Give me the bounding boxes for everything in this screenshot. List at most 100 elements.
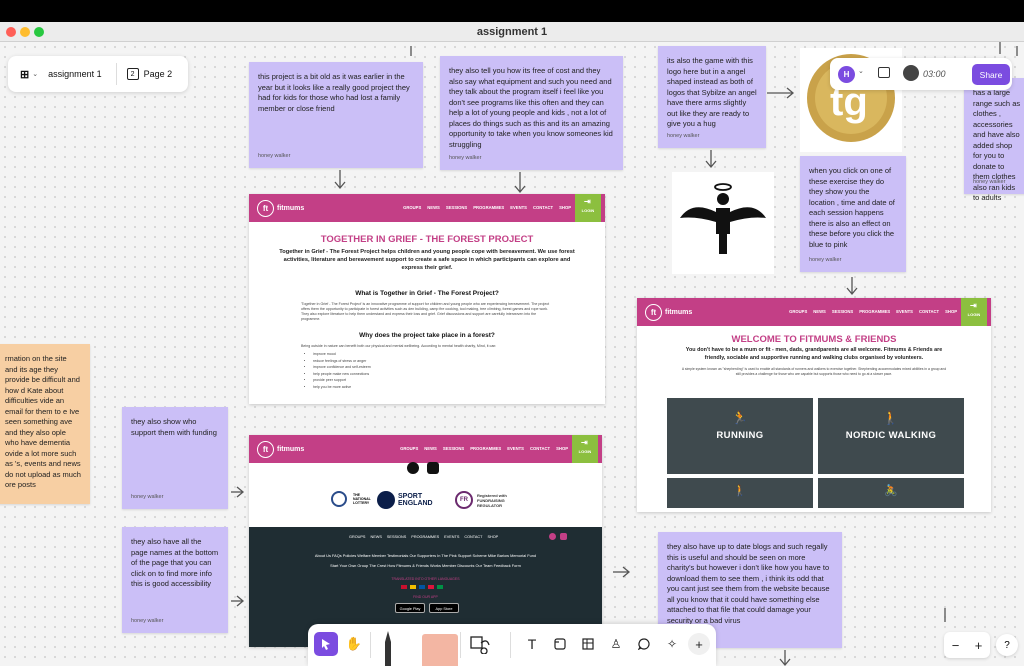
nav-programmes[interactable]: PROGRAMMES xyxy=(470,446,501,451)
window-title: assignment 1 xyxy=(476,26,548,38)
nav-events[interactable]: EVENTS xyxy=(896,309,913,314)
nav-shop[interactable]: SHOP xyxy=(559,205,571,210)
text-tool-button[interactable]: T xyxy=(520,632,544,656)
tile-label: RUNNING xyxy=(716,430,764,441)
nav-sessions[interactable]: SESSIONS xyxy=(832,309,853,314)
logo-wordmark: fitmums xyxy=(277,204,305,212)
nav-groups[interactable]: GROUPS xyxy=(400,446,418,451)
flag-icon[interactable] xyxy=(419,585,425,589)
angel-logo-image[interactable] xyxy=(672,172,774,274)
zoom-in-button[interactable]: + xyxy=(975,638,983,653)
login-button[interactable]: LOGIN xyxy=(961,298,987,326)
timer-avatar-icon[interactable] xyxy=(903,65,919,81)
nav-shop[interactable]: SHOP xyxy=(556,446,568,451)
sticky-note-text: they also have up to date blogs and such… xyxy=(667,542,830,625)
timer-display[interactable]: 03:00 xyxy=(923,69,946,79)
footer-links-row-1[interactable]: About Us FAQs Policies Welfare Member Te… xyxy=(249,553,602,558)
flag-icon[interactable] xyxy=(437,585,443,589)
chevron-down-icon[interactable]: ⌄ xyxy=(32,70,38,78)
activity-tiles: 🏃 RUNNING 🚶 NORDIC WALKING 🚶 🚴 xyxy=(667,398,964,508)
nav-groups[interactable]: GROUPS xyxy=(789,309,807,314)
google-play-badge[interactable]: Google Play xyxy=(395,603,425,613)
sticky-note-author: honey walker xyxy=(973,178,1006,185)
divider xyxy=(460,632,461,658)
sticky-note-tool-button[interactable] xyxy=(422,634,458,666)
sticky-note[interactable]: they also show who support them with fun… xyxy=(122,407,228,509)
logo-mark: ft xyxy=(645,303,662,321)
sticky-note[interactable]: they also tell you how its free of cost … xyxy=(440,56,623,170)
zoom-out-button[interactable]: − xyxy=(952,638,960,653)
logo-mark: ft xyxy=(257,440,274,458)
nav-contact[interactable]: CONTACT xyxy=(530,446,550,451)
select-tool-button[interactable] xyxy=(314,632,338,656)
footer-nav-sessions[interactable]: SESSIONS xyxy=(387,535,406,539)
ai-tool-button[interactable]: ✧ xyxy=(660,632,684,656)
nav-shop[interactable]: SHOP xyxy=(945,309,957,314)
shape-tool-button[interactable] xyxy=(468,632,492,656)
sport-england-label: SPORT ENGLAND xyxy=(398,493,433,507)
stamp-tool-button[interactable]: ♙ xyxy=(604,632,628,656)
nav-events[interactable]: EVENTS xyxy=(510,205,527,210)
nav-groups[interactable]: GROUPS xyxy=(403,205,421,210)
footer-nav-news[interactable]: NEWS xyxy=(370,535,381,539)
section-tool-button[interactable] xyxy=(548,632,572,656)
flag-icon[interactable] xyxy=(410,585,416,589)
activity-tile[interactable]: 🚶 xyxy=(667,478,813,508)
pen-tool-button[interactable] xyxy=(384,630,392,666)
more-tools-button[interactable]: + xyxy=(688,633,710,655)
sticky-note[interactable]: this project is a bit old as it was earl… xyxy=(249,62,423,168)
nav-programmes[interactable]: PROGRAMMES xyxy=(859,309,890,314)
comment-tool-button[interactable] xyxy=(632,632,656,656)
facebook-icon[interactable] xyxy=(549,533,556,540)
layout-icon[interactable] xyxy=(878,67,890,78)
footer-nav-events[interactable]: EVENTS xyxy=(444,535,459,539)
sticky-note[interactable]: they also have all the page names at the… xyxy=(122,527,228,633)
nav-programmes[interactable]: PROGRAMMES xyxy=(473,205,504,210)
sticky-note[interactable]: has a large range such as clothes , acce… xyxy=(964,78,1024,202)
app-store-badge[interactable]: App Store xyxy=(429,603,459,613)
footer-nav-programmes[interactable]: PROGRAMMES xyxy=(411,535,439,539)
nav-news[interactable]: NEWS xyxy=(427,205,440,210)
table-tool-button[interactable] xyxy=(576,632,600,656)
share-button[interactable]: Share xyxy=(972,64,1010,85)
instagram-icon[interactable] xyxy=(427,462,439,474)
help-button[interactable]: ? xyxy=(996,634,1018,656)
footer-nav-shop[interactable]: SHOP xyxy=(487,535,498,539)
footer-nav-contact[interactable]: CONTACT xyxy=(464,535,482,539)
forest-title: TOGETHER IN GRIEF - THE FOREST PROJECT xyxy=(320,234,534,245)
cycling-icon: 🚴 xyxy=(884,485,898,497)
nav-contact[interactable]: CONTACT xyxy=(533,205,553,210)
instagram-icon[interactable] xyxy=(560,533,567,540)
nav-sessions[interactable]: SESSIONS xyxy=(446,205,467,210)
footer-nav-groups[interactable]: GROUPS xyxy=(349,535,365,539)
forest-what-text: 'Together in Grief - The Forest Project'… xyxy=(301,302,550,321)
nav-sessions[interactable]: SESSIONS xyxy=(443,446,464,451)
nav-news[interactable]: NEWS xyxy=(424,446,437,451)
running-tile[interactable]: 🏃 RUNNING xyxy=(667,398,813,474)
login-button[interactable]: LOGIN xyxy=(575,194,601,222)
nav-events[interactable]: EVENTS xyxy=(507,446,524,451)
facebook-icon[interactable] xyxy=(407,462,419,474)
footer-links-row-2[interactable]: Start Your Own Group The Crest How Fitmu… xyxy=(249,563,602,568)
user-avatar[interactable]: H xyxy=(838,66,855,83)
nordic-walking-tile[interactable]: 🚶 NORDIC WALKING xyxy=(818,398,964,474)
forest-project-screenshot[interactable]: ft fitmums GROUPS NEWS SESSIONS PROGRAMM… xyxy=(249,194,605,404)
chevron-down-icon[interactable]: ⌄ xyxy=(858,67,864,75)
sticky-note[interactable]: when you click on one of these exercise … xyxy=(800,156,906,272)
hand-tool-button[interactable]: ✋ xyxy=(342,632,366,656)
welcome-screenshot[interactable]: ft fitmums GROUPS NEWS SESSIONS PROGRAMM… xyxy=(637,298,991,512)
flag-icon[interactable] xyxy=(428,585,434,589)
nav-news[interactable]: NEWS xyxy=(813,309,826,314)
footer-screenshot[interactable]: ft fitmums GROUPS NEWS SESSIONS PROGRAMM… xyxy=(249,435,602,647)
page-selector[interactable]: Page 2 xyxy=(144,69,173,79)
nav-contact[interactable]: CONTACT xyxy=(919,309,939,314)
login-button[interactable]: LOGIN xyxy=(572,435,598,463)
angel-icon xyxy=(680,183,766,254)
sticky-note[interactable]: its also the game with this logo here bu… xyxy=(658,46,766,148)
file-name[interactable]: assignment 1 xyxy=(48,69,102,79)
whiteboard-canvas[interactable]: this project is a bit old as it was earl… xyxy=(0,42,1024,666)
figjam-menu-icon[interactable]: ⊞ xyxy=(20,68,29,81)
flag-icon[interactable] xyxy=(401,585,407,589)
activity-tile[interactable]: 🚴 xyxy=(818,478,964,508)
sticky-note[interactable]: rmation on the site and its age they pro… xyxy=(0,344,90,504)
